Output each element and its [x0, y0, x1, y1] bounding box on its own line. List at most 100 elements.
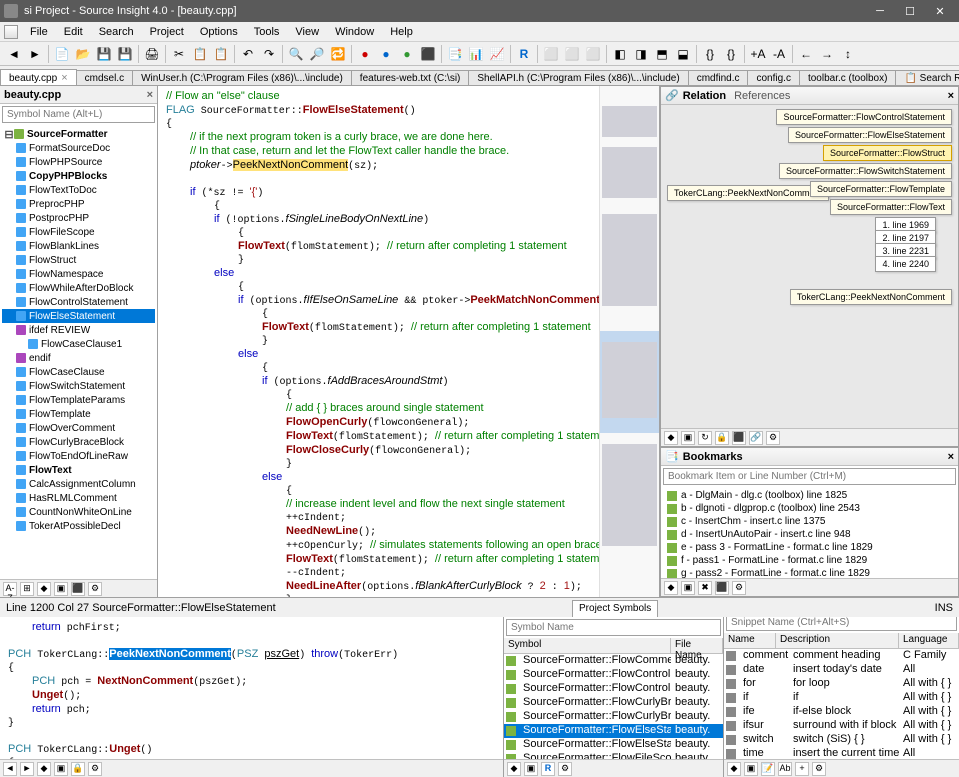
tk-button[interactable]: ← — [796, 44, 816, 64]
undo-button[interactable]: ↶ — [238, 44, 258, 64]
rel-t4[interactable]: 🔒 — [715, 431, 729, 445]
menu-search[interactable]: Search — [91, 24, 142, 40]
tree-item[interactable]: PreprocPHP — [2, 197, 155, 211]
tab[interactable]: toolbar.c (toolbox) — [799, 70, 897, 86]
ps-t1[interactable]: ◆ — [507, 762, 521, 776]
menu-edit[interactable]: Edit — [56, 24, 91, 40]
td-button[interactable]: ◨ — [631, 44, 651, 64]
bookmark-item[interactable]: e - pass 3 - FormatLine - format.c line … — [663, 541, 956, 554]
tree-item[interactable]: ifdef REVIEW — [2, 323, 155, 337]
rel-t2[interactable]: ▣ — [681, 431, 695, 445]
tab[interactable]: config.c — [747, 70, 799, 86]
replace-button[interactable]: 🔁 — [328, 44, 348, 64]
tree-item[interactable]: FlowPHPSource — [2, 155, 155, 169]
tab[interactable]: beauty.cpp× — [0, 69, 77, 86]
tab[interactable]: WinUser.h (C:\Program Files (x86)\...\in… — [132, 70, 352, 86]
rel-t3[interactable]: ↻ — [698, 431, 712, 445]
cut-button[interactable]: ✂ — [169, 44, 189, 64]
ps-t2[interactable]: ▣ — [524, 762, 538, 776]
tree-item[interactable]: CountNonWhiteOnLine — [2, 505, 155, 519]
relation-node-center[interactable]: TokerCLang::PeekNextNonComment — [667, 185, 829, 201]
t5-button[interactable]: 📑 — [445, 44, 465, 64]
bookmark-item[interactable]: d - InsertUnAutoPair - insert.c line 948 — [663, 528, 956, 541]
tj-button[interactable]: -A — [769, 44, 789, 64]
tree-item[interactable]: FlowCaseClause — [2, 365, 155, 379]
ctx-back-button[interactable]: ◄ — [3, 762, 17, 776]
menu-project[interactable]: Project — [142, 24, 192, 40]
symbol-row[interactable]: SourceFormatter::FlowCurlyBraceBlockbeau… — [504, 696, 723, 710]
new-button[interactable]: 📄 — [52, 44, 72, 64]
t4-button[interactable]: ⬛ — [418, 44, 438, 64]
rel-t1[interactable]: ◆ — [664, 431, 678, 445]
search-button[interactable]: 🔍 — [286, 44, 306, 64]
symbol-row[interactable]: SourceFormatter::FlowElseStatementbeauty… — [504, 738, 723, 752]
tree-item[interactable]: FlowWhileAfterDoBlock — [2, 281, 155, 295]
tree-item[interactable]: CalcAssignmentColumn — [2, 477, 155, 491]
relation-close[interactable]: × — [948, 90, 954, 102]
relation-node[interactable]: SourceFormatter::FlowControlStatement — [776, 109, 952, 125]
open-button[interactable]: 📂 — [73, 44, 93, 64]
ctx-t1[interactable]: ◆ — [37, 762, 51, 776]
relation-node[interactable]: 4. line 2240 — [875, 256, 936, 272]
tree-item[interactable]: FlowToEndOfLineRaw — [2, 449, 155, 463]
sp1-button[interactable]: ◆ — [37, 582, 51, 596]
col-symbol[interactable]: Symbol — [504, 638, 671, 653]
tree-item[interactable]: endif — [2, 351, 155, 365]
relation-node[interactable]: SourceFormatter::FlowElseStatement — [788, 127, 952, 143]
bookmarks-close[interactable]: × — [948, 451, 954, 463]
paste-button[interactable]: 📋 — [211, 44, 231, 64]
tree-item[interactable]: HasRLMLComment — [2, 491, 155, 505]
snippet-row[interactable]: ifsursurround with if blockAll with { } — [724, 719, 959, 733]
fwd-button[interactable]: ► — [25, 44, 45, 64]
snippet-row[interactable]: ifeif-else blockAll with { } — [724, 705, 959, 719]
tree-item[interactable]: FlowCaseClause1 — [2, 337, 155, 351]
ps-gear-icon[interactable]: ⚙ — [558, 762, 572, 776]
redo-button[interactable]: ↷ — [259, 44, 279, 64]
menu-tools[interactable]: Tools — [246, 24, 288, 40]
rel-gear-icon[interactable]: ⚙ — [766, 431, 780, 445]
sn-t1[interactable]: ◆ — [727, 762, 741, 776]
tb-button[interactable]: ⬜ — [583, 44, 603, 64]
relation-node[interactable]: TokerCLang::PeekNextNonComment — [790, 289, 952, 305]
menu-file[interactable]: File — [22, 24, 56, 40]
print-button[interactable]: 🖨 — [142, 44, 162, 64]
symbol-row[interactable]: SourceFormatter::FlowCommentsAndNewLineb… — [504, 654, 723, 668]
bookmark-item[interactable]: f - pass1 - FormatLine - format.c line 1… — [663, 554, 956, 567]
ti-button[interactable]: +A — [748, 44, 768, 64]
bm-t4[interactable]: ⬛ — [715, 581, 729, 595]
tab[interactable]: cmdfind.c — [688, 70, 749, 86]
sn-t3[interactable]: 📝 — [761, 762, 775, 776]
symbol-search-input[interactable] — [2, 106, 155, 123]
code-editor[interactable]: // Flow an "else" clause FLAG SourceForm… — [158, 86, 659, 597]
copy-button[interactable]: 📋 — [190, 44, 210, 64]
snippet-row[interactable]: ififAll with { } — [724, 691, 959, 705]
tab[interactable]: ShellAPI.h (C:\Program Files (x86)\...\i… — [468, 70, 688, 86]
find-button[interactable]: 🔎 — [307, 44, 327, 64]
code-content[interactable]: // Flow an "else" clause FLAG SourceForm… — [158, 86, 599, 597]
relation-node[interactable]: SourceFormatter::FlowSwitchStatement — [779, 163, 952, 179]
symbol-row[interactable]: SourceFormatter::FlowFileScopebeauty. — [504, 752, 723, 759]
t6-button[interactable]: 📊 — [466, 44, 486, 64]
sn-t4[interactable]: Ab — [778, 762, 792, 776]
project-symbol-input[interactable] — [506, 619, 721, 636]
tree-root[interactable]: ⊟SourceFormatter — [2, 127, 155, 141]
tree-item[interactable]: TokerAtPossibleDecl — [2, 519, 155, 533]
sn-gear-icon[interactable]: ⚙ — [812, 762, 826, 776]
minimize-button[interactable]: ─ — [865, 1, 895, 21]
sort-az-button[interactable]: A-Z — [3, 582, 17, 596]
tree-item[interactable]: FlowSwitchStatement — [2, 379, 155, 393]
bookmark-item[interactable]: b - dlgnoti - dlgprop.c (toolbox) line 2… — [663, 502, 956, 515]
ps-r-icon[interactable]: R — [541, 762, 555, 776]
bookmark-input[interactable] — [663, 468, 956, 485]
bm-t1[interactable]: ◆ — [664, 581, 678, 595]
tree-item[interactable]: FlowStruct — [2, 253, 155, 267]
symbol-tree[interactable]: ⊟SourceFormatterFormatSourceDocFlowPHPSo… — [0, 125, 157, 579]
tree-item[interactable]: FlowFileScope — [2, 225, 155, 239]
tree-item[interactable]: FormatSourceDoc — [2, 141, 155, 155]
tab[interactable]: features-web.txt (C:\si) — [351, 70, 470, 86]
sp3-button[interactable]: ⬛ — [71, 582, 85, 596]
rel-t6[interactable]: 🔗 — [749, 431, 763, 445]
relation-node[interactable]: SourceFormatter::FlowTemplate — [810, 181, 952, 197]
project-tab[interactable]: Project Symbols — [572, 600, 658, 617]
menu-help[interactable]: Help — [382, 24, 421, 40]
